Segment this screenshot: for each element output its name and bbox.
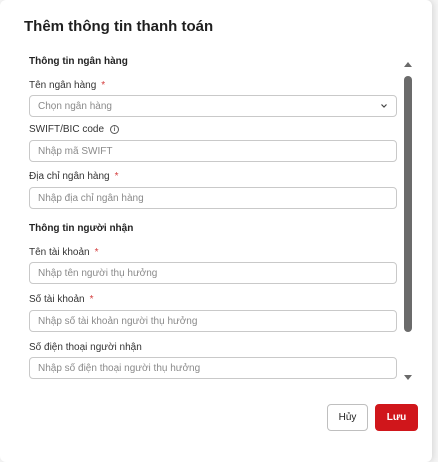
bank-address-input[interactable] <box>29 187 397 209</box>
phone-label: Số điện thoại người nhận <box>29 342 142 353</box>
phone-input[interactable] <box>29 357 397 379</box>
bank-address-label-text: Địa chỉ ngân hàng <box>29 171 110 182</box>
account-name-input[interactable] <box>29 262 397 284</box>
account-name-label-text: Tên tài khoản <box>29 247 90 258</box>
phone-label-text: Số điện thoại người nhận <box>29 342 142 353</box>
bank-name-placeholder: Chọn ngân hàng <box>38 100 112 112</box>
bank-name-label: Tên ngân hàng * <box>29 80 105 91</box>
save-button[interactable]: Lưu <box>375 404 418 431</box>
required-mark: * <box>89 294 94 305</box>
bank-section-title: Thông tin ngân hàng <box>29 56 128 67</box>
modal-title: Thêm thông tin thanh toán <box>24 18 214 35</box>
info-icon[interactable]: i <box>110 125 120 134</box>
arrow-up-icon[interactable] <box>404 62 412 67</box>
cancel-button[interactable]: Hủy <box>327 404 368 431</box>
modal-scrollbar[interactable] <box>402 62 414 382</box>
required-mark: * <box>114 171 119 182</box>
required-mark: * <box>101 80 106 91</box>
account-number-label: Số tài khoản * <box>29 294 94 305</box>
bank-address-label: Địa chỉ ngân hàng * <box>29 171 119 182</box>
account-number-label-text: Số tài khoản <box>29 294 85 305</box>
scrollbar-thumb[interactable] <box>404 76 412 332</box>
modal-body: Thông tin ngân hàng Tên ngân hàng * Chọn… <box>0 52 432 382</box>
swift-label: SWIFT/BIC code i <box>29 124 120 135</box>
recipient-section-title: Thông tin người nhận <box>29 223 134 234</box>
swift-input[interactable] <box>29 140 397 162</box>
chevron-down-icon <box>381 104 387 108</box>
bank-name-label-text: Tên ngân hàng <box>29 80 97 91</box>
bank-name-select[interactable]: Chọn ngân hàng <box>29 95 397 117</box>
required-mark: * <box>94 247 99 258</box>
payment-info-modal: Thêm thông tin thanh toán Thông tin ngân… <box>0 0 432 462</box>
account-number-input[interactable] <box>29 310 397 332</box>
arrow-down-icon[interactable] <box>404 375 412 380</box>
swift-label-text: SWIFT/BIC code <box>29 124 105 135</box>
account-name-label: Tên tài khoản * <box>29 247 99 258</box>
